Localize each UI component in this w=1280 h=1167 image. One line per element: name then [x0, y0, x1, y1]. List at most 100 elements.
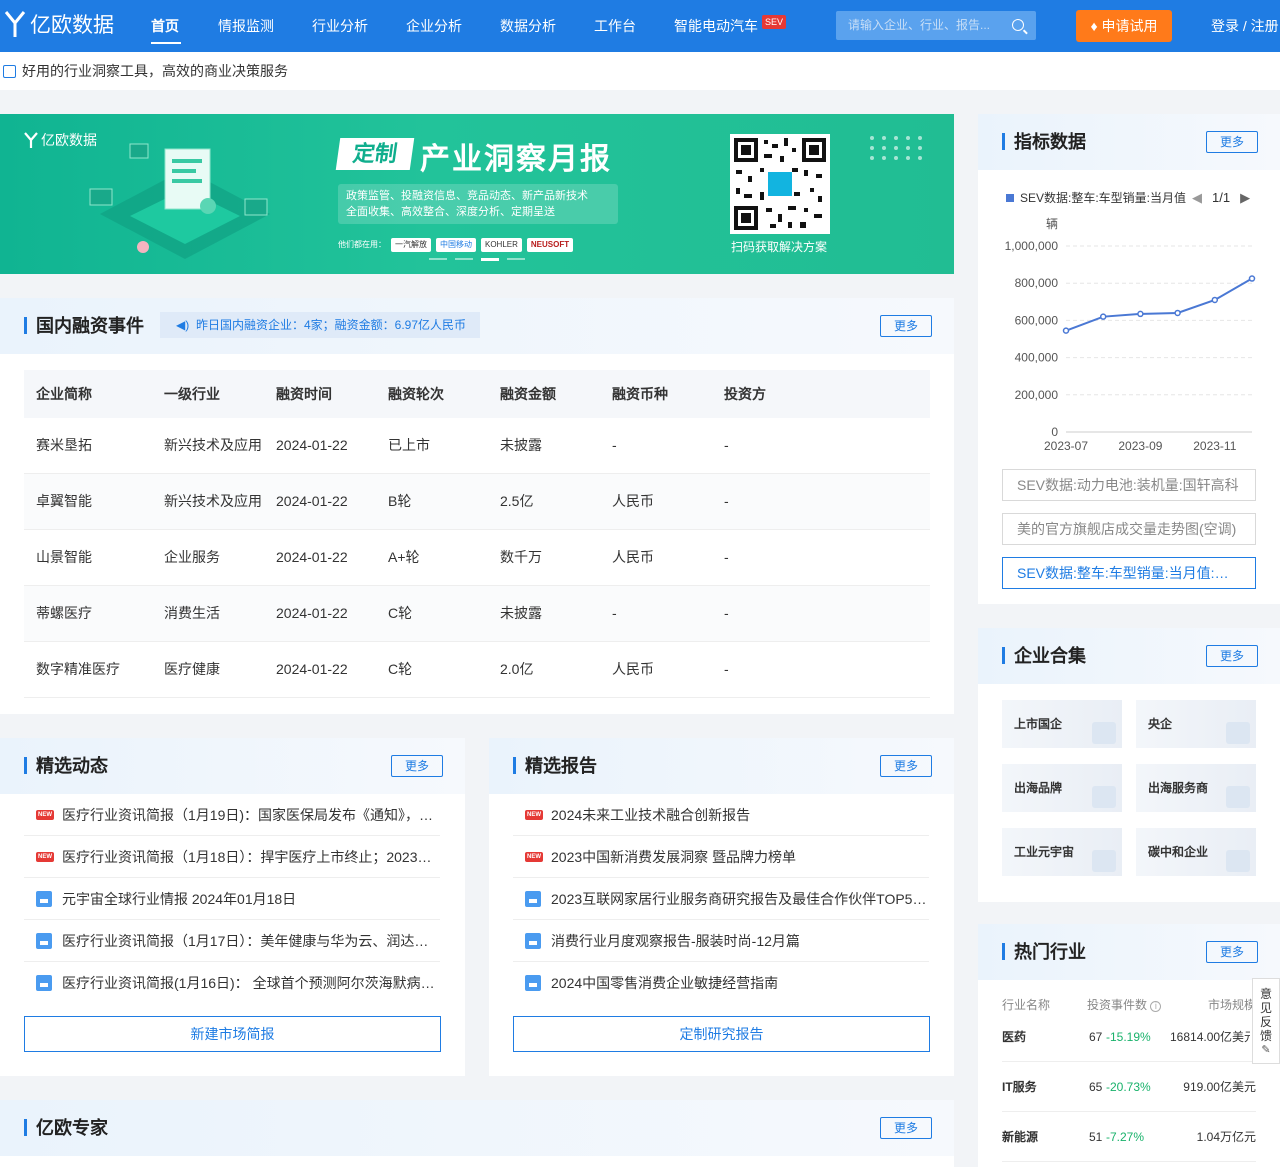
search-icon[interactable]	[1012, 19, 1024, 31]
list-item[interactable]: NEW 医疗行业资讯简报（1月18日）：捍宇医疗上市终止；2023年医疗器械融资	[24, 836, 440, 878]
tile-central-soe[interactable]: 央企	[1136, 700, 1256, 748]
list-item[interactable]: 2024中国零售消费企业敏捷经营指南	[513, 962, 929, 1004]
list-item[interactable]: 消费行业月度观察报告-服装时尚-12月篇	[513, 920, 929, 962]
tile-carbon-neutral[interactable]: 碳中和企业	[1136, 828, 1256, 876]
col-currency[interactable]: 融资币种	[600, 384, 712, 405]
table-row[interactable]: 数字精准医疗 医疗健康 2024-01-22 C轮 2.0亿 人民币 -	[24, 642, 930, 698]
industries-more-button[interactable]: 更多	[1206, 941, 1258, 963]
tile-listed-soe[interactable]: 上市国企	[1002, 700, 1122, 748]
nav-industry-analysis[interactable]: 行业分析	[312, 0, 368, 52]
banner-partners: 他们都在用： 一汽解放 中国移动 KOHLER NEUSOFT	[338, 238, 574, 252]
table-row[interactable]: IT服务 65 -20.73% 919.00亿美元	[1002, 1062, 1256, 1112]
cell-company[interactable]: 蒂螺医疗	[24, 603, 152, 624]
metric-option-midea[interactable]: 美的官方旗舰店成交量走势图(空调)	[1002, 513, 1256, 545]
metric-line-chart[interactable]: 辆 0 200,000 400,000 600,000 800,000 1,000,000 2…	[978, 210, 1280, 460]
experts-more-button[interactable]: 更多	[880, 1117, 932, 1139]
cell-amount: 2.0亿	[500, 661, 534, 677]
company-collections-card: 企业合集 更多 上市国企 央企 出海品牌 出海服务商 工业元宇宙 碳中和企业	[978, 628, 1280, 902]
banner-tag: 定制	[335, 138, 415, 170]
search-input[interactable]: 请输入企业、行业、报告...	[836, 11, 1036, 40]
list-item[interactable]: 元宇宙全球行业情报 2024年01月18日	[24, 878, 440, 920]
industry-name[interactable]: 医药	[1002, 1012, 1026, 1062]
chart-legend[interactable]: SEV数据:整车:车型销量:当月值:	[1006, 188, 1186, 208]
logo-text: 亿欧数据	[30, 14, 114, 37]
table-row[interactable]: 新能源 51 -7.27% 1.04万亿元	[1002, 1112, 1256, 1162]
companies-title: 企业合集	[1002, 628, 1086, 684]
diamond-icon: ♦	[1090, 18, 1098, 34]
col-industry[interactable]: 一级行业	[152, 384, 264, 405]
nav-intel-monitor[interactable]: 情报监测	[218, 0, 274, 52]
table-row[interactable]: 医药 67 -15.19% 16814.00亿美元	[1002, 1012, 1256, 1062]
cell-currency: 人民币	[612, 549, 654, 565]
metric-option-leapmotor[interactable]: SEV数据:整车:车型销量:当月值:零跑汽车	[1002, 557, 1256, 589]
nav-data-analysis[interactable]: 数据分析	[500, 0, 556, 52]
legend-pager-text: 1/1	[1212, 190, 1231, 205]
carousel-dot-4[interactable]	[507, 258, 525, 260]
banner-carousel-dots[interactable]	[429, 258, 525, 261]
carousel-dot-3[interactable]	[481, 258, 499, 261]
x-tick-label: 2023-07	[1044, 439, 1088, 453]
login-register-link[interactable]: 登录 / 注册	[1211, 0, 1279, 52]
col-date[interactable]: 融资时间	[264, 384, 376, 405]
col-company[interactable]: 企业简称	[24, 384, 152, 405]
metric-option-battery[interactable]: SEV数据:动力电池:装机量:国轩高科	[1002, 469, 1256, 501]
col-round[interactable]: 融资轮次	[376, 384, 488, 405]
carousel-dot-1[interactable]	[429, 258, 447, 260]
custom-research-report-button[interactable]: 定制研究报告	[513, 1016, 930, 1052]
legend-next-icon[interactable]: ▶	[1240, 188, 1250, 208]
nav-company-analysis[interactable]: 企业分析	[406, 0, 462, 52]
industry-name[interactable]: 新能源	[1002, 1112, 1038, 1162]
report-icon	[525, 975, 541, 991]
news-more-button[interactable]: 更多	[391, 755, 443, 777]
tile-industrial-metaverse[interactable]: 工业元宇宙	[1002, 828, 1122, 876]
list-item[interactable]: 医疗行业资讯简报（1月17日）：美年健康与华为云、润达医疗达成合作	[24, 920, 440, 962]
legend-prev-icon[interactable]: ◀	[1192, 188, 1202, 208]
cell-company[interactable]: 赛米垦拓	[24, 435, 152, 456]
table-row[interactable]: 山景智能 企业服务 2024-01-22 A+轮 数千万 人民币 -	[24, 530, 930, 586]
feedback-button[interactable]: 意见反馈 ✎	[1252, 978, 1280, 1064]
list-item[interactable]: 医疗行业资讯简报(1月16日)： 全球首个预测阿尔茨海默病风险的AI模型	[24, 962, 440, 1004]
cell-company[interactable]: 卓翼智能	[24, 491, 152, 512]
tile-overseas-brand[interactable]: 出海品牌	[1002, 764, 1122, 812]
companies-more-button[interactable]: 更多	[1206, 645, 1258, 667]
info-icon[interactable]: i	[1150, 1001, 1162, 1012]
col-amount[interactable]: 融资金额	[488, 384, 600, 405]
table-row[interactable]: 卓翼智能 新兴技术及应用 2024-01-22 B轮 2.5亿 人民币 -	[24, 474, 930, 530]
table-row[interactable]: 蒂螺医疗 消费生活 2024-01-22 C轮 未披露 - -	[24, 586, 930, 642]
cell-round: A+轮	[388, 549, 420, 565]
grid-icon	[1226, 786, 1250, 808]
list-item[interactable]: 2023互联网家居行业服务商研究报告及最佳合作伙伴TOP50榜单	[513, 878, 929, 920]
cell-industry: 新兴技术及应用	[164, 437, 262, 453]
col-investor[interactable]: 投资方	[712, 384, 918, 405]
reports-more-button[interactable]: 更多	[880, 755, 932, 777]
carousel-dot-2[interactable]	[455, 258, 473, 260]
logo[interactable]: 亿欧数据	[4, 9, 114, 39]
cell-company[interactable]: 山景智能	[24, 547, 152, 568]
list-item[interactable]: NEW 2023中国新消费发展洞察 暨品牌力榜单	[513, 836, 929, 878]
cell-currency: -	[612, 437, 617, 453]
cell-company[interactable]: 数字精准医疗	[24, 659, 152, 680]
new-market-brief-button[interactable]: 新建市场简报	[24, 1016, 441, 1052]
nav-smart-ev[interactable]: 智能电动汽车 SEV	[674, 0, 787, 52]
qr-code-icon	[730, 134, 830, 234]
apply-trial-button[interactable]: ♦ 申请试用	[1076, 10, 1172, 42]
nav-home[interactable]: 首页	[151, 0, 179, 52]
document-icon	[36, 891, 52, 907]
list-item[interactable]: NEW 医疗行业资讯简报（1月19日)：国家医保局发布《通知》，规范医疗服务价格项…	[24, 794, 440, 836]
partner-logo-faw: 一汽解放	[391, 238, 431, 252]
industry-name[interactable]: IT服务	[1002, 1062, 1037, 1112]
table-row[interactable]: 赛米垦拓 新兴技术及应用 2024-01-22 已上市 未披露 - -	[24, 418, 930, 474]
isometric-illustration-icon	[89, 143, 270, 259]
cell-currency: -	[612, 605, 617, 621]
experts-header	[0, 1100, 954, 1156]
nav-workbench[interactable]: 工作台	[594, 0, 636, 52]
tile-overseas-service[interactable]: 出海服务商	[1136, 764, 1256, 812]
list-item[interactable]: NEW 2024未来工业技术融合创新报告	[513, 794, 929, 836]
banner-desc-line1: 政策监管、投融资信息、竞品动态、新产品新技术	[346, 190, 588, 202]
metrics-more-button[interactable]: 更多	[1206, 131, 1258, 153]
speaker-icon: ◀)	[176, 318, 190, 332]
financing-more-button[interactable]: 更多	[880, 315, 932, 337]
promo-banner[interactable]: 亿欧数据 定制 产业洞察月报 政策监管、投融资信息、竞品动态、新产品新技术 全面…	[0, 114, 954, 274]
news-item-text: 医疗行业资讯简报(1月16日)： 全球首个预测阿尔茨海默病风险的AI模型	[62, 975, 440, 991]
banner-logo-icon	[24, 132, 38, 148]
